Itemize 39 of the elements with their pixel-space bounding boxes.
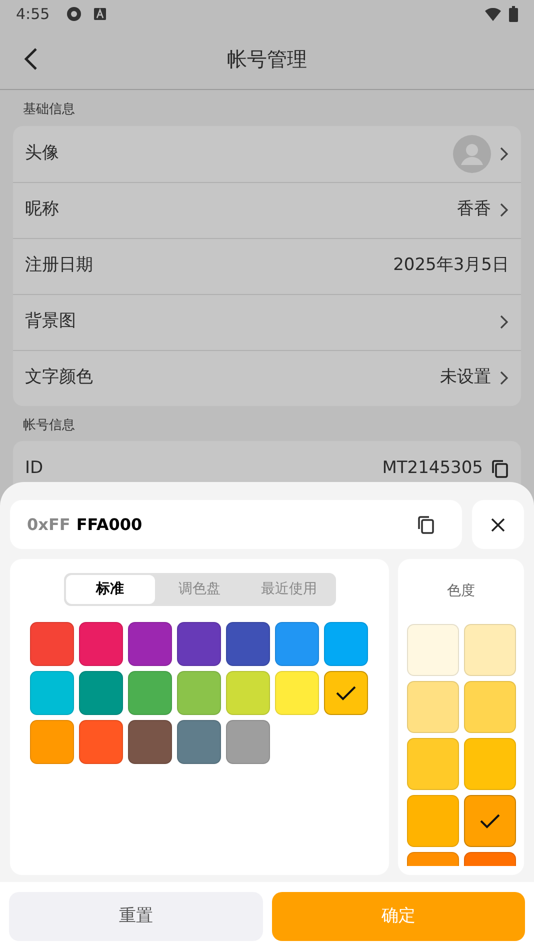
check-icon — [478, 813, 500, 829]
section-label: 帐号信息 — [22, 416, 76, 434]
settings-row[interactable]: 昵称 香香 — [13, 182, 521, 238]
row-value: 2025年3月5日 — [393, 254, 509, 278]
row-value: MT2145305 — [382, 457, 483, 480]
color-swatch[interactable] — [324, 671, 368, 715]
app-status-icon — [66, 6, 82, 22]
close-button[interactable] — [472, 500, 524, 549]
hex-field[interactable]: 0xFF FFA000 — [10, 500, 462, 549]
row-label: 昵称 — [25, 198, 59, 222]
settings-row[interactable]: 背景图 — [13, 294, 521, 350]
avatar-icon — [453, 134, 491, 172]
row-label: 文字颜色 — [25, 366, 93, 390]
reset-button[interactable]: 重置 — [9, 892, 262, 941]
row-value: 香香 — [457, 198, 491, 222]
battery-icon — [509, 6, 518, 22]
section-label: 基础信息 — [22, 101, 76, 119]
settings-row[interactable]: 头像 — [13, 126, 521, 182]
copy-icon[interactable] — [417, 514, 435, 534]
back-icon[interactable] — [24, 46, 38, 70]
row-value: 未设置 — [440, 366, 491, 390]
row-label: 头像 — [25, 142, 59, 165]
settings-row[interactable]: 文字颜色 未设置 — [13, 350, 521, 406]
row-label: 注册日期 — [25, 254, 93, 278]
segment-tab[interactable]: 标准 — [66, 575, 155, 604]
row-label: ID — [25, 457, 44, 480]
close-icon — [491, 518, 505, 532]
row-label: 背景图 — [25, 310, 76, 334]
keyboard-status-icon — [94, 8, 106, 20]
settings-row[interactable]: 注册日期 2025年3月5日 — [13, 238, 521, 294]
wifi-icon — [485, 8, 501, 20]
copy-icon[interactable] — [491, 459, 509, 479]
shade-swatch[interactable] — [464, 795, 516, 847]
page-title: 帐号管理 — [227, 46, 307, 72]
status-time: 4:55 — [16, 4, 50, 25]
hex-value: FFA000 — [76, 514, 142, 536]
check-icon — [335, 685, 357, 701]
shade-title: 色度 — [446, 582, 476, 601]
hex-prefix: 0xFF — [27, 514, 70, 536]
